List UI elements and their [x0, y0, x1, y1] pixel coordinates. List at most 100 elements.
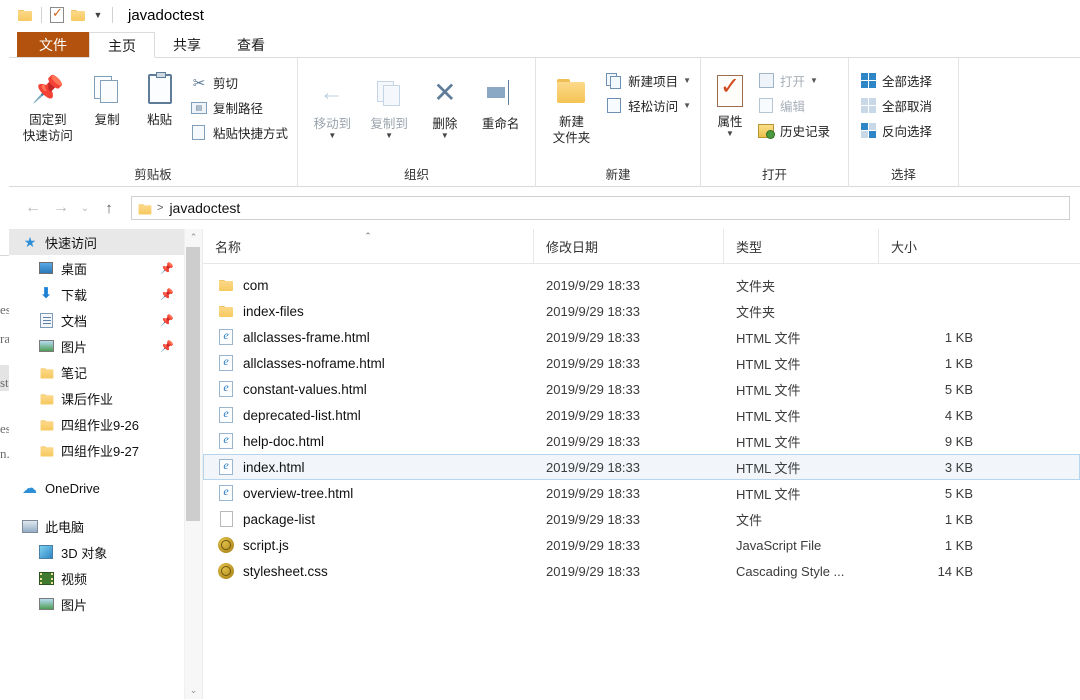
delete-button[interactable]: ✕ 删除 ▼ [417, 68, 472, 140]
sidebar-item-group4-926[interactable]: 四组作业9-26 [9, 411, 184, 437]
sidebar-item-quick-access[interactable]: ★ 快速访问 [9, 229, 184, 255]
pin-icon-downloads[interactable]: 📌 [160, 288, 174, 301]
sidebar-item-videos[interactable]: 视频 [9, 565, 184, 591]
open-chevron-down-icon[interactable]: ▼ [810, 76, 818, 85]
file-date: 2019/9/29 18:33 [546, 407, 640, 423]
copy-path-button[interactable]: ▤ 复制路径 [186, 95, 291, 120]
table-row[interactable]: com 2019/9/29 18:33 文件夹 [203, 272, 1080, 298]
move-to-button[interactable]: 移动到 ▼ [304, 68, 361, 140]
file-name: deprecated-list.html [243, 407, 361, 423]
copy-to-button[interactable]: 复制到 ▼ [361, 68, 418, 140]
breadcrumb-separator: > [157, 202, 164, 214]
paste-shortcut-label: 粘贴快捷方式 [212, 127, 288, 141]
address-folder-icon [138, 203, 152, 214]
navigation-pane-scrollbar[interactable]: ⌃ ⌄ [184, 229, 202, 699]
sidebar-item-this-pc[interactable]: 此电脑 [9, 513, 184, 539]
table-row-selected[interactable]: index.html 2019/9/29 18:33 HTML 文件 3 KB [203, 454, 1080, 480]
pin-icon-pictures[interactable]: 📌 [160, 340, 174, 353]
scroll-up-arrow-icon[interactable]: ⌃ [185, 229, 202, 246]
table-row[interactable]: allclasses-frame.html 2019/9/29 18:33 HT… [203, 324, 1080, 350]
properties-chevron-down-icon[interactable]: ▼ [726, 130, 734, 138]
select-all-button[interactable]: 全部选择 [855, 68, 935, 93]
select-none-button[interactable]: 全部取消 [855, 93, 935, 118]
sidebar-item-homework[interactable]: 课后作业 [9, 385, 184, 411]
sidebar-label-downloads: 下载 [61, 287, 88, 303]
cut-label: 剪切 [212, 77, 238, 91]
forward-button[interactable]: → [47, 194, 75, 222]
table-row[interactable]: package-list 2019/9/29 18:33 文件 1 KB [203, 506, 1080, 532]
scroll-down-arrow-icon[interactable]: ⌄ [185, 682, 202, 699]
sidebar-item-pictures-pc[interactable]: 图片 [9, 591, 184, 617]
sidebar-item-3d-objects[interactable]: 3D 对象 [9, 539, 184, 565]
table-row[interactable]: index-files 2019/9/29 18:33 文件夹 [203, 298, 1080, 324]
file-date: 2019/9/29 18:33 [546, 303, 640, 319]
pin-to-quick-access-button[interactable]: 📌 固定到 快速访问 [15, 64, 81, 144]
easy-access-chevron-down-icon[interactable]: ▼ [683, 101, 691, 110]
move-to-chevron-down-icon[interactable]: ▼ [328, 132, 336, 140]
paste-icon [147, 68, 172, 110]
qat-folder-icon[interactable] [15, 4, 35, 26]
easy-access-button[interactable]: 轻松访问 ▼ [601, 93, 694, 118]
sidebar-item-documents[interactable]: 文档 📌 [9, 307, 184, 333]
sidebar-item-onedrive[interactable]: ☁ OneDrive [9, 475, 184, 501]
scrollbar-thumb[interactable] [186, 247, 200, 521]
column-header-name[interactable]: 名称 ⌃ [203, 229, 533, 263]
properties-button[interactable]: 属性 ▼ [707, 66, 753, 138]
qat-properties-icon[interactable] [47, 4, 67, 26]
new-item-button[interactable]: 新建项目 ▼ [601, 68, 694, 93]
sidebar-item-downloads[interactable]: ⬇ 下载 📌 [9, 281, 184, 307]
column-header-size[interactable]: 大小 [878, 229, 978, 263]
delete-chevron-down-icon[interactable]: ▼ [441, 132, 449, 140]
open-small-commands: 打开 ▼ 编辑 历史记录 [753, 66, 833, 143]
tab-home[interactable]: 主页 [89, 32, 155, 58]
new-folder-label-line1: 新建 [559, 115, 585, 129]
sidebar-label-notes: 笔记 [61, 365, 88, 381]
new-item-chevron-down-icon[interactable]: ▼ [683, 76, 691, 85]
breadcrumb-current-path[interactable]: javadoctest [169, 200, 240, 216]
tab-share[interactable]: 共享 [155, 32, 219, 58]
new-folder-button[interactable]: 新建 文件夹 [542, 66, 601, 146]
tab-view[interactable]: 查看 [219, 32, 283, 58]
copy-to-chevron-down-icon[interactable]: ▼ [385, 132, 393, 140]
address-bar[interactable]: > javadoctest [131, 196, 1070, 220]
sidebar-item-notes[interactable]: 笔记 [9, 359, 184, 385]
table-row[interactable]: script.js 2019/9/29 18:33 JavaScript Fil… [203, 532, 1080, 558]
up-button[interactable]: ↑ [95, 194, 123, 222]
file-type: JavaScript File [736, 537, 822, 553]
table-row[interactable]: constant-values.html 2019/9/29 18:33 HTM… [203, 376, 1080, 402]
file-size: 3 KB [944, 459, 973, 475]
back-button[interactable]: ← [19, 194, 47, 222]
column-header-date[interactable]: 修改日期 [533, 229, 723, 263]
open-button[interactable]: 打开 ▼ [753, 68, 833, 93]
qat-new-folder-icon[interactable] [68, 4, 88, 26]
sidebar-item-desktop[interactable]: 桌面 📌 [9, 255, 184, 281]
table-row[interactable]: deprecated-list.html 2019/9/29 18:33 HTM… [203, 402, 1080, 428]
tab-file[interactable]: 文件 [17, 32, 89, 58]
new-folder-label-line2: 文件夹 [552, 131, 591, 145]
invert-selection-button[interactable]: 反向选择 [855, 118, 935, 143]
sidebar-label-pictures-pc: 图片 [61, 597, 88, 613]
new-folder-icon [555, 70, 589, 112]
history-button[interactable]: 历史记录 [753, 118, 833, 143]
table-row[interactable]: overview-tree.html 2019/9/29 18:33 HTML … [203, 480, 1080, 506]
sidebar-item-group4-927[interactable]: 四组作业9-27 [9, 437, 184, 463]
sidebar-item-pictures[interactable]: 图片 📌 [9, 333, 184, 359]
table-row[interactable]: help-doc.html 2019/9/29 18:33 HTML 文件 9 … [203, 428, 1080, 454]
folder-icon [215, 279, 237, 291]
cut-button[interactable]: ✂ 剪切 [186, 70, 291, 95]
table-row[interactable]: stylesheet.css 2019/9/29 18:33 Cascading… [203, 558, 1080, 584]
paste-button[interactable]: 粘贴 [133, 64, 186, 128]
copy-button[interactable]: 复制 [81, 64, 134, 128]
rename-button[interactable]: 重命名 [472, 68, 529, 132]
file-date: 2019/9/29 18:33 [546, 329, 640, 345]
ribbon-group-open: 属性 ▼ 打开 ▼ 编辑 历史记录 [701, 58, 849, 187]
qat-customize-chevron-down-icon[interactable]: ▼ [89, 4, 107, 26]
recent-locations-chevron-down-icon[interactable]: ⌄ [75, 194, 95, 222]
column-header-type[interactable]: 类型 [723, 229, 878, 263]
paste-shortcut-button[interactable]: 粘贴快捷方式 [186, 120, 291, 145]
file-size: 5 KB [944, 381, 973, 397]
pin-icon-documents[interactable]: 📌 [160, 314, 174, 327]
table-row[interactable]: allclasses-noframe.html 2019/9/29 18:33 … [203, 350, 1080, 376]
pin-icon-desktop[interactable]: 📌 [160, 262, 174, 275]
edit-button[interactable]: 编辑 [753, 93, 833, 118]
